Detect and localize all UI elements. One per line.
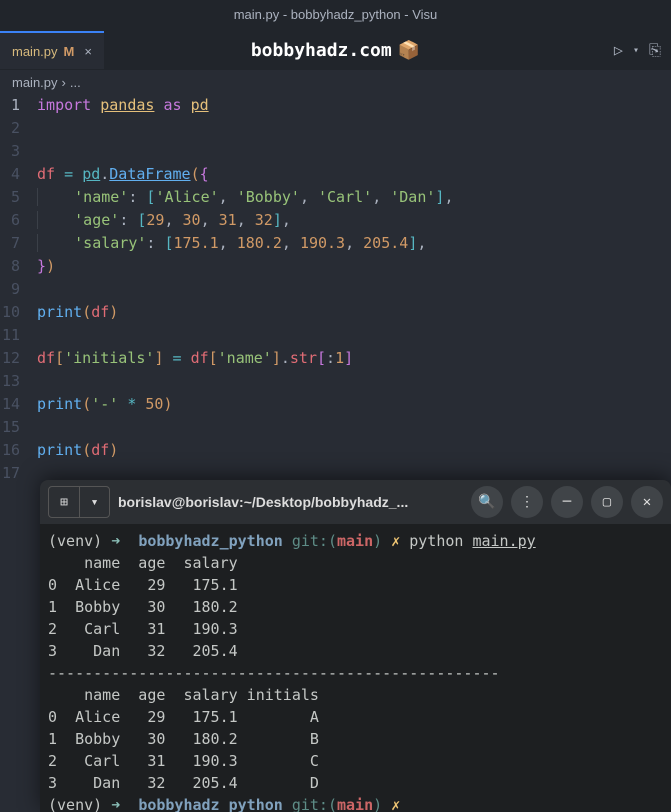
- new-tab-dropdown[interactable]: ▾: [79, 487, 109, 517]
- breadcrumb-more: ...: [70, 75, 81, 90]
- menu-icon[interactable]: ⋮: [511, 486, 543, 518]
- terminal-header: ⊞ ▾ borislav@borislav:~/Desktop/bobbyhad…: [40, 480, 671, 524]
- code-content[interactable]: import pandas as pd df = pd.DataFrame({ …: [28, 94, 671, 485]
- breadcrumb-sep: ›: [62, 75, 66, 90]
- breadcrumb-file: main.py: [12, 75, 58, 90]
- window-titlebar: main.py - bobbyhadz_python - Visu: [0, 0, 671, 30]
- chevron-down-icon[interactable]: ▾: [633, 45, 639, 56]
- run-controls: ▷ ▾ ⎘: [614, 41, 661, 59]
- breadcrumb[interactable]: main.py › ...: [0, 70, 671, 94]
- terminal-body[interactable]: (venv) ➜ bobbyhadz_python git:(main) ✗ p…: [40, 524, 671, 812]
- terminal-title: borislav@borislav:~/Desktop/bobbyhadz_..…: [118, 494, 463, 510]
- terminal-window: ⊞ ▾ borislav@borislav:~/Desktop/bobbyhad…: [40, 480, 671, 812]
- minimize-icon[interactable]: ─: [551, 486, 583, 518]
- line-gutter: 1 2 3 4 5 6 7 8 9 10 11 12 13 14 15 16 1…: [0, 94, 28, 485]
- maximize-icon[interactable]: ▢: [591, 486, 623, 518]
- split-icon[interactable]: ⎘: [649, 41, 661, 59]
- code-editor[interactable]: 1 2 3 4 5 6 7 8 9 10 11 12 13 14 15 16 1…: [0, 94, 671, 485]
- overlay-text: bobbyhadz.com: [251, 40, 392, 61]
- close-icon[interactable]: ×: [84, 44, 92, 59]
- play-icon[interactable]: ▷: [614, 41, 623, 59]
- new-tab-button[interactable]: ⊞: [49, 487, 79, 517]
- package-icon: 📦: [398, 40, 420, 61]
- site-overlay: bobbyhadz.com 📦: [251, 40, 420, 61]
- tab-bar: main.py M × bobbyhadz.com 📦 ▷ ▾ ⎘: [0, 30, 671, 70]
- tab-main-py[interactable]: main.py M ×: [0, 31, 104, 69]
- close-window-icon[interactable]: ✕: [631, 486, 663, 518]
- terminal-new-tab-group: ⊞ ▾: [48, 486, 110, 518]
- tab-modified-indicator: M: [64, 44, 75, 59]
- tab-filename: main.py: [12, 44, 58, 59]
- search-icon[interactable]: 🔍: [471, 486, 503, 518]
